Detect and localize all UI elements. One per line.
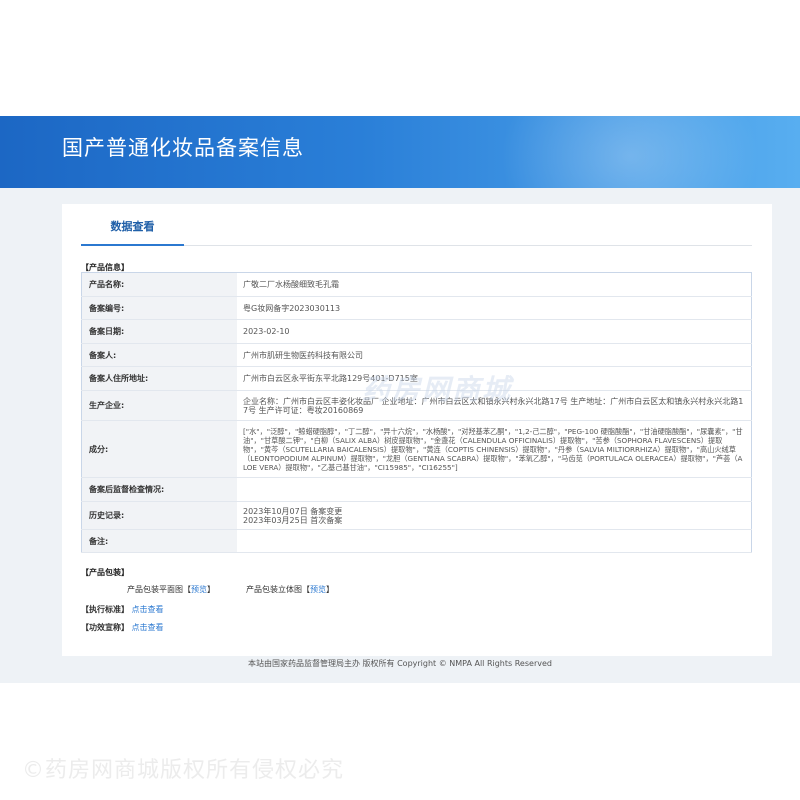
registration-date-value: 2023-02-10 [237, 319, 752, 344]
tab-bar: 数据查看 [81, 204, 752, 246]
watermark: 药房网商城 [362, 373, 513, 406]
preview-3d-link[interactable]: 预览 [310, 585, 326, 594]
bracket-open: 【 [183, 585, 191, 594]
row-label: 备案编号: [81, 296, 237, 320]
ingredients-value: ["水"，"泛醇"，"鲸蜡硬脂醇"，"丁二醇"，"异十六烷"，"水杨酸"，"对羟… [237, 420, 752, 478]
inspection-value [237, 477, 752, 502]
remarks-value [237, 529, 752, 553]
product-name-value: 广敬二厂水杨酸细致毛孔霜 [237, 272, 752, 297]
row-label: 备注: [81, 529, 237, 553]
history-value: 2023年10月07日 备案变更 2023年03月25日 首次备案 [237, 501, 752, 530]
table-row: 备案后监督检查情况: [81, 477, 752, 502]
registration-number-value: 粤G妆网备字2023030113 [237, 296, 752, 320]
table-row: 备案日期: 2023-02-10 [81, 319, 752, 344]
product-info-table: 产品名称: 广敬二厂水杨酸细致毛孔霜 备案编号: 粤G妆网备字202303011… [81, 272, 752, 553]
packaging-flat-row: 产品包装平面图【预览】 [127, 584, 215, 595]
standard-label: 【执行标准】 [81, 605, 129, 614]
standard-view-link[interactable]: 点击查看 [132, 605, 164, 614]
table-row: 成分: ["水"，"泛醇"，"鲸蜡硬脂醇"，"丁二醇"，"异十六烷"，"水杨酸"… [81, 420, 752, 478]
bracket-open: 【 [302, 585, 310, 594]
table-row: 备案编号: 粤G妆网备字2023030113 [81, 296, 752, 320]
row-label: 成分: [81, 420, 237, 478]
standard-row: 【执行标准】 点击查看 [81, 604, 164, 615]
packaging-3d-label: 产品包装立体图 [246, 585, 302, 594]
efficacy-row: 【功效宣称】 点击查看 [81, 622, 164, 633]
efficacy-label: 【功效宣称】 [81, 623, 129, 632]
row-label: 历史记录: [81, 501, 237, 530]
table-row: 产品名称: 广敬二厂水杨酸细致毛孔霜 [81, 272, 752, 297]
row-label: 备案人: [81, 343, 237, 367]
efficacy-view-link[interactable]: 点击查看 [132, 623, 164, 632]
table-row: 备注: [81, 529, 752, 553]
row-label: 备案后监督检查情况: [81, 477, 237, 502]
packaging-flat-label: 产品包装平面图 [127, 585, 183, 594]
copyright-watermark: ©药房网商城版权所有侵权必究 [22, 758, 345, 783]
history-entry: 2023年03月25日 首次备案 [243, 515, 343, 525]
page-title: 国产普通化妆品备案信息 [62, 136, 304, 160]
bracket-close: 】 [207, 585, 215, 594]
row-label: 备案日期: [81, 319, 237, 344]
registrant-value: 广州市肌研生物医药科技有限公司 [237, 343, 752, 367]
bracket-close: 】 [326, 585, 334, 594]
table-row: 备案人: 广州市肌研生物医药科技有限公司 [81, 343, 752, 367]
footer-copyright: 本站由国家药品监督管理局主办 版权所有 Copyright © NMPA All… [248, 659, 552, 668]
row-label: 生产企业: [81, 390, 237, 421]
packaging-3d-row: 产品包装立体图【预览】 [246, 584, 334, 595]
preview-flat-link[interactable]: 预览 [191, 585, 207, 594]
header-banner: 国产普通化妆品备案信息 [0, 116, 800, 188]
row-label: 产品名称: [81, 272, 237, 297]
record-card: 数据查看 【产品信息】 产品名称: 广敬二厂水杨酸细致毛孔霜 备案编号: 粤G妆… [62, 204, 772, 656]
history-entry: 2023年10月07日 备案变更 [243, 506, 343, 516]
table-row: 历史记录: 2023年10月07日 备案变更 2023年03月25日 首次备案 [81, 501, 752, 530]
packaging-section-title: 【产品包装】 [81, 568, 129, 577]
row-label: 备案人住所地址: [81, 366, 237, 391]
tab-data-view[interactable]: 数据查看 [81, 204, 184, 246]
